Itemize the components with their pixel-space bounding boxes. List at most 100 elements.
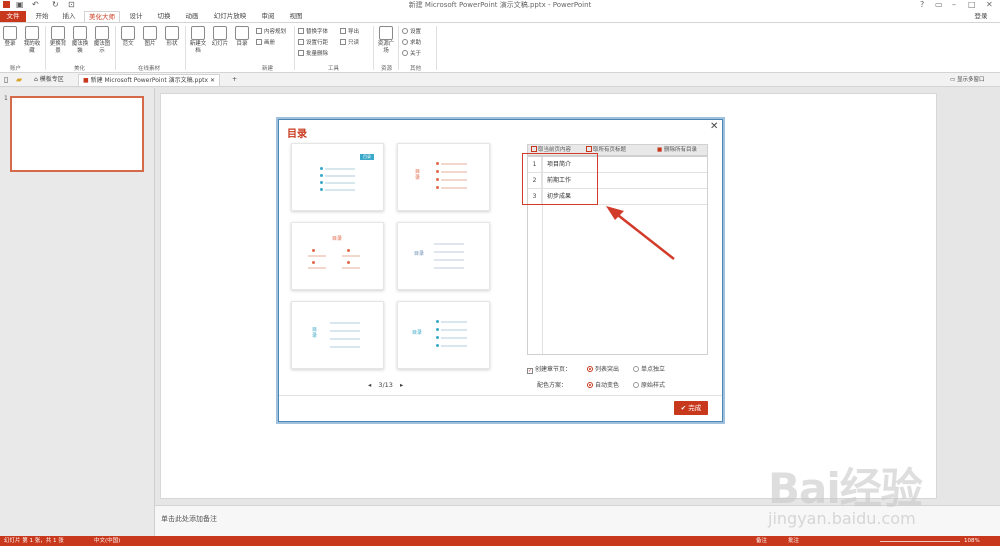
login-link[interactable]: 登录	[968, 11, 994, 22]
template-heading: 目录	[415, 169, 421, 181]
template-card[interactable]: 目录	[397, 301, 490, 369]
tab-document[interactable]: ■ 新建 Microsoft PowerPoint 演示文稿.pptx ✕	[78, 74, 221, 86]
single-page-radio[interactable]: 单点独立	[633, 364, 665, 373]
tab-template-zone[interactable]: ⌂ 模板专区	[30, 74, 68, 86]
template-heading: 目录	[412, 330, 423, 336]
template-heading: 目录	[360, 154, 374, 160]
minimize-icon[interactable]: –	[952, 0, 956, 9]
toc-button[interactable]: 目录	[232, 26, 252, 48]
checkbox-checked-icon[interactable]: ✓	[527, 368, 533, 374]
canvas-button[interactable]: 画册	[256, 39, 275, 47]
image-icon	[143, 26, 157, 40]
undo-icon[interactable]: ↶	[32, 0, 39, 9]
chart-icon	[95, 26, 109, 40]
batch-delete-button[interactable]: 批量删除	[298, 50, 328, 58]
tab-design[interactable]: 设计	[124, 11, 148, 22]
settings-button[interactable]: 设置	[402, 28, 421, 36]
group-separator	[115, 26, 116, 70]
shape-button[interactable]: 形状	[162, 26, 182, 48]
help-button[interactable]: 求助	[402, 39, 421, 47]
about-button[interactable]: 关于	[402, 50, 421, 58]
zoom-slider[interactable]	[880, 541, 960, 542]
export-icon	[340, 28, 346, 34]
original-style-radio[interactable]: 原始样式	[633, 380, 665, 389]
set-spacing-button[interactable]: 设置行距	[298, 39, 328, 47]
next-page-button[interactable]: ▸	[400, 381, 403, 389]
favorites-button[interactable]: 我的收藏	[22, 26, 42, 55]
content-plan-button[interactable]: 内容规划	[256, 28, 286, 36]
template-heading: 目录	[312, 327, 318, 339]
group-tools-label: 工具	[328, 66, 340, 72]
close-tab-icon[interactable]: ✕	[210, 77, 215, 84]
new-doc-button[interactable]: 新建文档	[188, 26, 208, 55]
template-heading: 目录	[414, 251, 425, 257]
template-card[interactable]: 目录	[291, 222, 384, 290]
close-window-icon[interactable]: ✕	[986, 0, 993, 9]
group-separator	[373, 26, 374, 70]
watermark-text: Bai经验	[768, 464, 923, 513]
export-button[interactable]: 导出	[340, 28, 359, 36]
maximize-icon[interactable]: □	[968, 0, 976, 9]
new-file-icon[interactable]: ▯	[4, 75, 8, 84]
group-beautify-label: 美化	[74, 66, 86, 72]
slide-thumbnail[interactable]	[10, 96, 144, 172]
group-other-label: 其他	[410, 66, 422, 72]
redo-icon[interactable]: ↻	[52, 0, 59, 9]
slide-button[interactable]: 幻灯片	[210, 26, 230, 48]
magic-replace-button[interactable]: 魔法换裝	[70, 26, 90, 55]
magic-chart-button[interactable]: 魔法图示	[92, 26, 112, 55]
tab-file[interactable]: 文件	[0, 11, 26, 22]
tab-home[interactable]: 开始	[30, 11, 54, 22]
group-separator	[294, 26, 295, 70]
spacing-icon	[298, 39, 304, 45]
template-card[interactable]: 目录	[291, 143, 384, 211]
ribbon-display-icon[interactable]: ▭	[935, 0, 943, 9]
auto-color-radio[interactable]: 自动变色	[587, 380, 619, 389]
replace-font-button[interactable]: 替换字体	[298, 28, 328, 36]
show-multi-window-button[interactable]: ▭ 显示多窗口	[946, 74, 988, 86]
resource-plaza-button[interactable]: 资源广场	[376, 26, 396, 55]
tab-view[interactable]: 视图	[284, 11, 308, 22]
close-icon[interactable]: ✕	[710, 121, 718, 132]
create-section-option[interactable]: ✓ 创建章节页：	[527, 364, 571, 374]
template-card[interactable]: 目录	[397, 143, 490, 211]
tab-review[interactable]: 审阅	[256, 11, 280, 22]
group-resources-label: 资源	[381, 66, 393, 72]
tab-transitions[interactable]: 切换	[152, 11, 176, 22]
info-icon	[402, 50, 408, 56]
list-icon	[235, 26, 249, 40]
tab-beautify-master[interactable]: 美化大师	[84, 11, 120, 22]
read-only-button[interactable]: 只读	[340, 39, 359, 47]
heart-icon	[25, 26, 39, 40]
change-background-button[interactable]: 更换背景	[48, 26, 68, 55]
window-icon: ▭	[950, 77, 957, 83]
template-card[interactable]: 目录	[397, 222, 490, 290]
text-template-button[interactable]: 范文	[118, 26, 138, 48]
template-card[interactable]: 目录	[291, 301, 384, 369]
template-pager: ◂ 3/13 ▸	[368, 381, 403, 389]
group-online-label: 在线素材	[138, 66, 161, 72]
document-icon	[121, 26, 135, 40]
title-bar: 新建 Microsoft PowerPoint 演示文稿.pptx - Powe…	[0, 0, 1000, 10]
customize-qat-icon[interactable]: ⊡	[68, 0, 75, 9]
save-icon[interactable]: ▣	[16, 0, 24, 9]
language[interactable]: 中文(中国)	[94, 536, 120, 546]
prev-page-button[interactable]: ◂	[368, 381, 371, 389]
add-tab-button[interactable]: +	[228, 74, 241, 86]
tab-animations[interactable]: 动画	[180, 11, 204, 22]
window-title: 新建 Microsoft PowerPoint 演示文稿.pptx - Powe…	[408, 1, 592, 9]
page-indicator: 3/13	[378, 381, 393, 389]
tab-slideshow[interactable]: 幻灯片放映	[208, 11, 252, 22]
group-account-label: 账户	[10, 66, 22, 72]
image-button[interactable]: 图片	[140, 26, 160, 48]
watermark-url: jingyan.baidu.com	[768, 509, 916, 528]
tab-insert[interactable]: 插入	[57, 11, 81, 22]
delete-all-button[interactable]: ■ 删除所有目录	[657, 145, 697, 156]
canvas-icon	[256, 39, 262, 45]
login-button[interactable]: 登录	[0, 26, 20, 48]
help-icon[interactable]: ?	[920, 0, 924, 9]
new-document-icon	[191, 26, 205, 40]
list-highlight-radio[interactable]: 列表突出	[587, 364, 619, 373]
folder-icon[interactable]: ▰	[16, 75, 22, 84]
done-button[interactable]: ✔ 完成	[674, 401, 708, 415]
